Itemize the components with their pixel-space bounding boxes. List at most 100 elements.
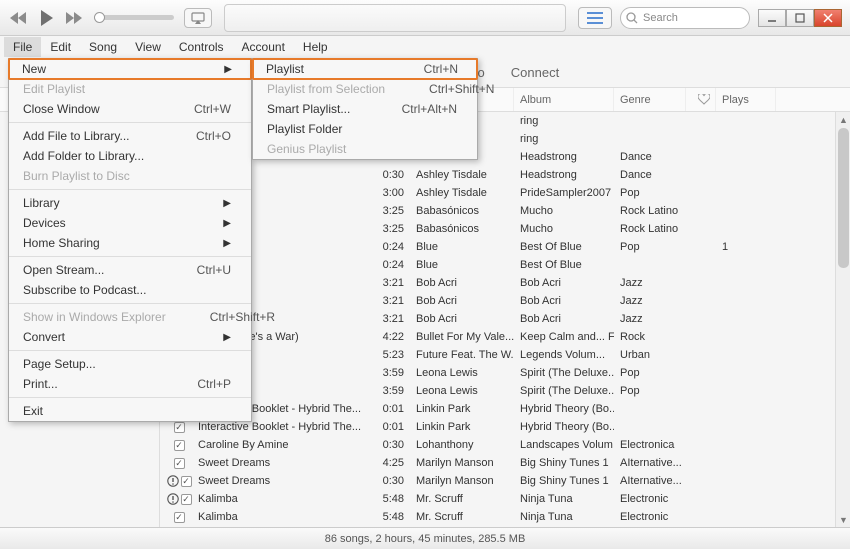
row-checkbox[interactable]: ✓ — [174, 458, 185, 469]
menu-help[interactable]: Help — [294, 37, 337, 57]
song-row[interactable]: ✓Caroline By Amine0:30LohanthonyLandscap… — [160, 436, 850, 454]
cell-genre: Jazz — [614, 310, 686, 328]
menu-item[interactable]: Close WindowCtrl+W — [9, 99, 251, 119]
menu-item[interactable]: Convert▶ — [9, 327, 251, 347]
list-view-button[interactable] — [578, 7, 612, 29]
menu-item[interactable]: Print...Ctrl+P — [9, 374, 251, 394]
song-row[interactable]: ✓Kalimba5:48Mr. ScruffNinja TunaElectron… — [160, 508, 850, 526]
menu-account[interactable]: Account — [233, 37, 294, 57]
airplay-button[interactable] — [184, 8, 212, 28]
song-row[interactable]: ✓Sweet Dreams4:25Marilyn MansonBig Shiny… — [160, 454, 850, 472]
menu-item[interactable]: Subscribe to Podcast... — [9, 280, 251, 300]
song-row[interactable]: 3:25BabasónicosMuchoRock Latino — [160, 202, 850, 220]
song-row[interactable]: ✓attle? (Here's a War)4:22Bullet For My … — [160, 328, 850, 346]
song-row[interactable]: 3:59Leona LewisSpirit (The Deluxe...Pop — [160, 364, 850, 382]
volume-slider[interactable] — [94, 15, 174, 20]
minimize-button[interactable] — [758, 9, 786, 27]
play-button[interactable] — [36, 9, 58, 27]
scroll-up-arrow[interactable]: ▲ — [836, 112, 850, 127]
menu-item[interactable]: Open Stream...Ctrl+U — [9, 260, 251, 280]
cell-time: 3:21 — [374, 310, 410, 328]
menu-song[interactable]: Song — [80, 37, 126, 57]
menu-item[interactable]: PlaylistCtrl+N — [252, 58, 478, 80]
scroll-down-arrow[interactable]: ▼ — [836, 512, 850, 527]
song-row[interactable]: 3:21Bob AcriBob AcriJazz — [160, 274, 850, 292]
menu-item[interactable]: Devices▶ — [9, 213, 251, 233]
row-checkbox[interactable]: ✓ — [174, 512, 185, 523]
search-input[interactable]: Search — [620, 7, 750, 29]
menu-item[interactable]: Playlist Folder — [253, 119, 477, 139]
next-button[interactable] — [64, 9, 86, 27]
menu-item[interactable]: Smart Playlist...Ctrl+Alt+N — [253, 99, 477, 119]
cell-album: PrideSampler2007 — [514, 184, 614, 202]
cell-time: 0:24 — [374, 238, 410, 256]
cell-genre: Electronic — [614, 490, 686, 508]
cell-plays — [716, 400, 776, 418]
chevron-right-icon: ▶ — [223, 238, 231, 249]
col-album[interactable]: Album — [514, 88, 614, 111]
cell-plays — [716, 454, 776, 472]
menu-item[interactable]: Library▶ — [9, 193, 251, 213]
song-row[interactable]: ✓Interactive Booklet - Hybrid The...0:01… — [160, 418, 850, 436]
cell-plays: 1 — [716, 238, 776, 256]
cell-genre: Rock Latino — [614, 202, 686, 220]
scroll-thumb[interactable] — [838, 128, 849, 268]
menu-item[interactable]: Home Sharing▶ — [9, 233, 251, 253]
cell-time: 3:00 — [374, 184, 410, 202]
menu-item-label: Genius Playlist — [267, 142, 346, 156]
song-row[interactable]: ✓Interactive Booklet - Hybrid The...0:01… — [160, 400, 850, 418]
new-submenu: PlaylistCtrl+NPlaylist from SelectionCtr… — [252, 58, 478, 160]
cell-album: Bob Acri — [514, 274, 614, 292]
song-row[interactable]: 5:23Future Feat. The W...Legends Volum..… — [160, 346, 850, 364]
cell-artist: Babasónicos — [410, 202, 514, 220]
row-checkbox[interactable]: ✓ — [181, 476, 192, 487]
cell-album: Hybrid Theory (Bo... — [514, 418, 614, 436]
row-checkbox[interactable]: ✓ — [174, 440, 185, 451]
menu-item-label: Playlist Folder — [267, 122, 342, 136]
cell-genre — [614, 400, 686, 418]
menu-item-label: Add File to Library... — [23, 129, 130, 143]
maximize-button[interactable] — [786, 9, 814, 27]
menu-item[interactable]: Add File to Library...Ctrl+O — [9, 126, 251, 146]
cell-time: 0:30 — [374, 436, 410, 454]
song-row[interactable]: ✓Kalimba5:48Mr. ScruffNinja TunaElectron… — [160, 490, 850, 508]
row-checkbox[interactable]: ✓ — [181, 494, 192, 505]
cell-artist: Blue — [410, 238, 514, 256]
menu-edit[interactable]: Edit — [41, 37, 80, 57]
menu-item[interactable]: New▶ — [8, 58, 252, 80]
song-row[interactable]: 0:24BlueBest Of Blue — [160, 256, 850, 274]
song-row[interactable]: ✓I Will Be3:59Leona LewisSpirit (The Del… — [160, 382, 850, 400]
cell-artist: Marilyn Manson — [410, 472, 514, 490]
menu-item-label: Show in Windows Explorer — [23, 310, 166, 324]
song-row[interactable]: ✓Sweet Dreams0:30Marilyn MansonBig Shiny… — [160, 472, 850, 490]
col-genre[interactable]: Genre — [614, 88, 686, 111]
playback-controls — [8, 9, 86, 27]
menu-controls[interactable]: Controls — [170, 37, 233, 57]
menu-item[interactable]: Page Setup... — [9, 354, 251, 374]
song-row[interactable]: 3:25BabasónicosMuchoRock Latino — [160, 220, 850, 238]
close-button[interactable] — [814, 9, 842, 27]
menu-item[interactable]: Exit — [9, 401, 251, 421]
tab-connect[interactable]: Connect — [511, 65, 559, 80]
song-row[interactable]: 3:21Bob AcriBob AcriJazz — [160, 292, 850, 310]
cell-genre: Pop — [614, 184, 686, 202]
song-row[interactable]: ✓aid0:30Ashley TisdaleHeadstrongDance — [160, 166, 850, 184]
vertical-scrollbar[interactable]: ▲ ▼ — [835, 112, 850, 527]
menu-item-label: Open Stream... — [23, 263, 104, 277]
song-row[interactable]: 0:24BlueBest Of BluePop1 — [160, 238, 850, 256]
menu-item[interactable]: Add Folder to Library... — [9, 146, 251, 166]
cell-genre — [614, 256, 686, 274]
cell-genre — [614, 112, 686, 130]
row-checkbox[interactable]: ✓ — [174, 422, 185, 433]
cell-genre: AIternative... — [614, 454, 686, 472]
song-row[interactable]: ✓aid3:00Ashley TisdalePrideSampler2007Po… — [160, 184, 850, 202]
col-plays[interactable]: Plays — [716, 88, 776, 111]
menu-item: Edit Playlist — [9, 79, 251, 99]
menu-view[interactable]: View — [126, 37, 170, 57]
col-love[interactable] — [686, 88, 716, 111]
cell-plays — [716, 364, 776, 382]
cell-genre: Pop — [614, 382, 686, 400]
prev-button[interactable] — [8, 9, 30, 27]
cell-genre: Electronica — [614, 436, 686, 454]
menu-file[interactable]: File — [4, 37, 41, 57]
